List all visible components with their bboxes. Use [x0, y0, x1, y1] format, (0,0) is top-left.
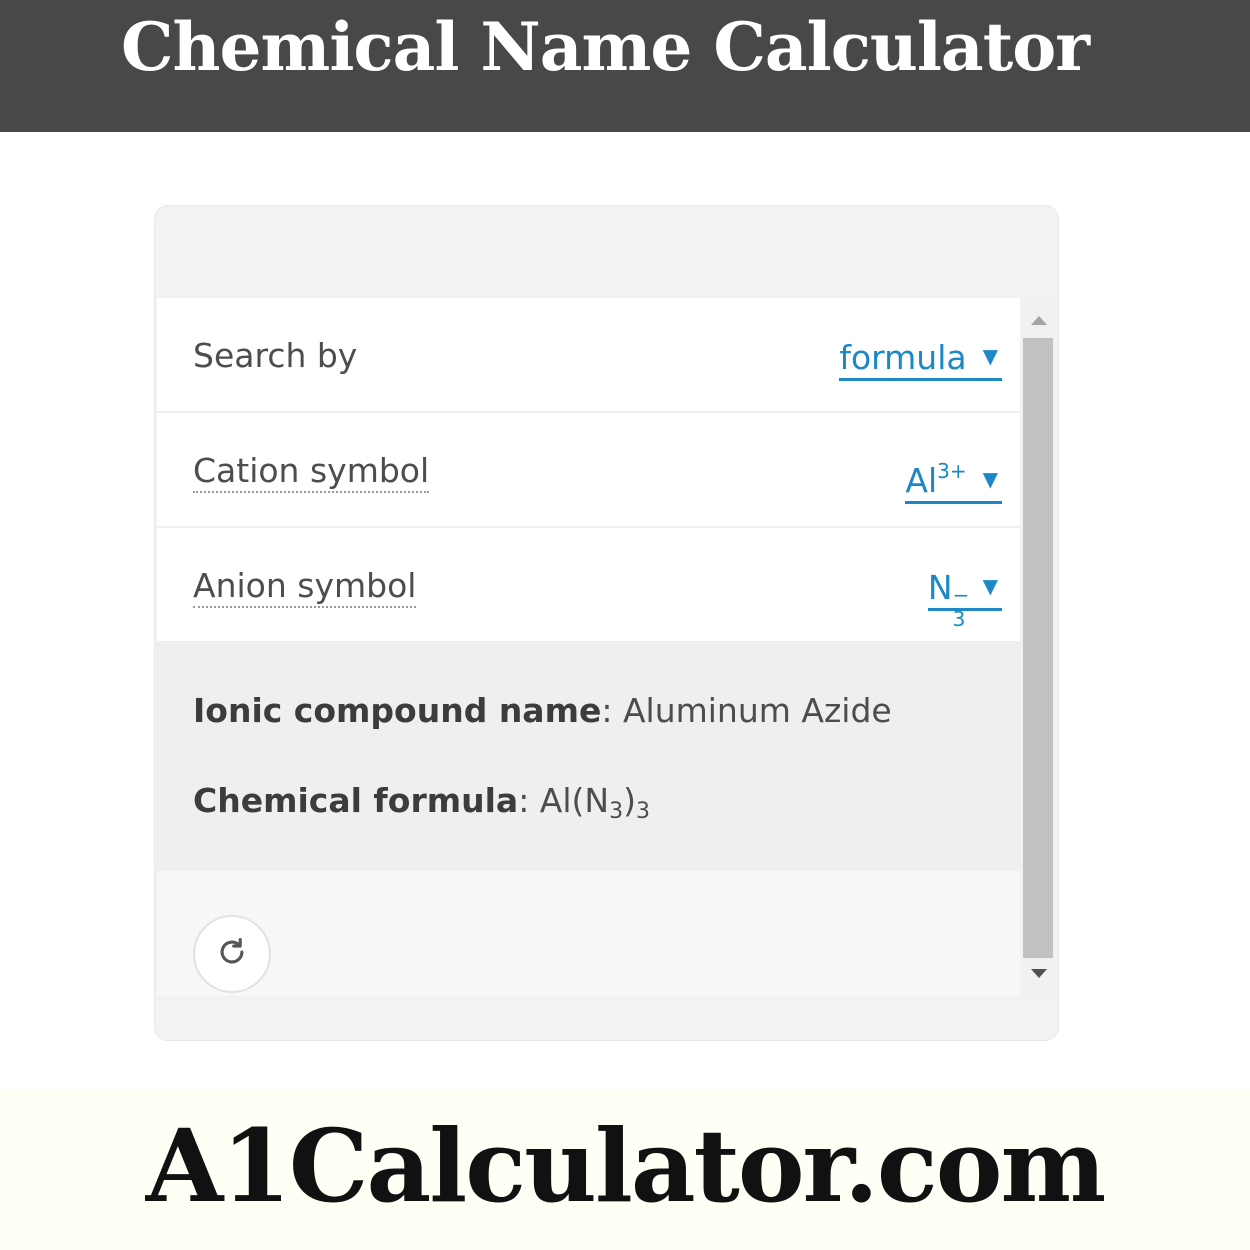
search-by-value: formula [839, 338, 967, 377]
ionic-compound-name-value: Aluminum Azide [622, 691, 892, 730]
calculator-widget: Search by formula ▼ Cation symbol Al3+ ▼ A… [154, 205, 1059, 1041]
search-by-row: Search by formula ▼ [157, 298, 1020, 413]
cation-symbol-select[interactable]: Al3+ ▼ [905, 451, 1002, 504]
formula-subscript: 3 [609, 799, 624, 824]
cation-symbol-label: Cation symbol [193, 451, 430, 493]
ionic-compound-name-line: Ionic compound name: Aluminum Azide [193, 691, 892, 730]
page-title: Chemical Name Calculator [121, 8, 1090, 86]
scroll-up-arrow-icon[interactable] [1031, 316, 1047, 325]
anion-value-base: N [927, 568, 953, 607]
anion-symbol-label: Anion symbol [193, 566, 417, 608]
anion-subscript: 3 [952, 607, 966, 631]
widget-top-area [155, 206, 1058, 298]
widget-footer [157, 871, 1020, 996]
search-by-label: Search by [193, 336, 358, 375]
search-by-select[interactable]: formula ▼ [839, 336, 1002, 381]
scrollbar-thumb[interactable] [1023, 338, 1053, 958]
scroll-down-arrow-icon[interactable] [1031, 969, 1047, 978]
chevron-down-icon: ▼ [982, 467, 998, 491]
site-brand-text: A1Calculator.com [145, 1107, 1107, 1225]
cation-value-base: Al [905, 461, 938, 500]
anion-symbol-row: Anion symbol N −3 ▼ [157, 528, 1020, 643]
formula-part: ) [623, 781, 636, 820]
formula-subscript: 3 [635, 799, 650, 824]
result-panel: Ionic compound name: Aluminum Azide Chem… [157, 643, 1020, 871]
anion-symbol-select[interactable]: N −3 ▼ [927, 566, 1002, 631]
reset-button[interactable] [193, 915, 271, 993]
chevron-down-icon: ▼ [982, 344, 998, 368]
page-header: Chemical Name Calculator [0, 0, 1250, 132]
chevron-down-icon: ▼ [982, 574, 998, 598]
chemical-formula-label: Chemical formula [193, 781, 519, 820]
chemical-formula-line: Chemical formula: Al(N3)3 [193, 781, 650, 824]
cation-charge: 3+ [937, 459, 967, 483]
formula-part: Al(N [539, 781, 610, 820]
refresh-icon [215, 935, 249, 973]
chemical-formula-value: Al(N3)3 [539, 781, 650, 824]
ionic-compound-name-label: Ionic compound name [193, 691, 602, 730]
vertical-scrollbar[interactable] [1021, 298, 1057, 996]
cation-symbol-row: Cation symbol Al3+ ▼ [157, 413, 1020, 528]
